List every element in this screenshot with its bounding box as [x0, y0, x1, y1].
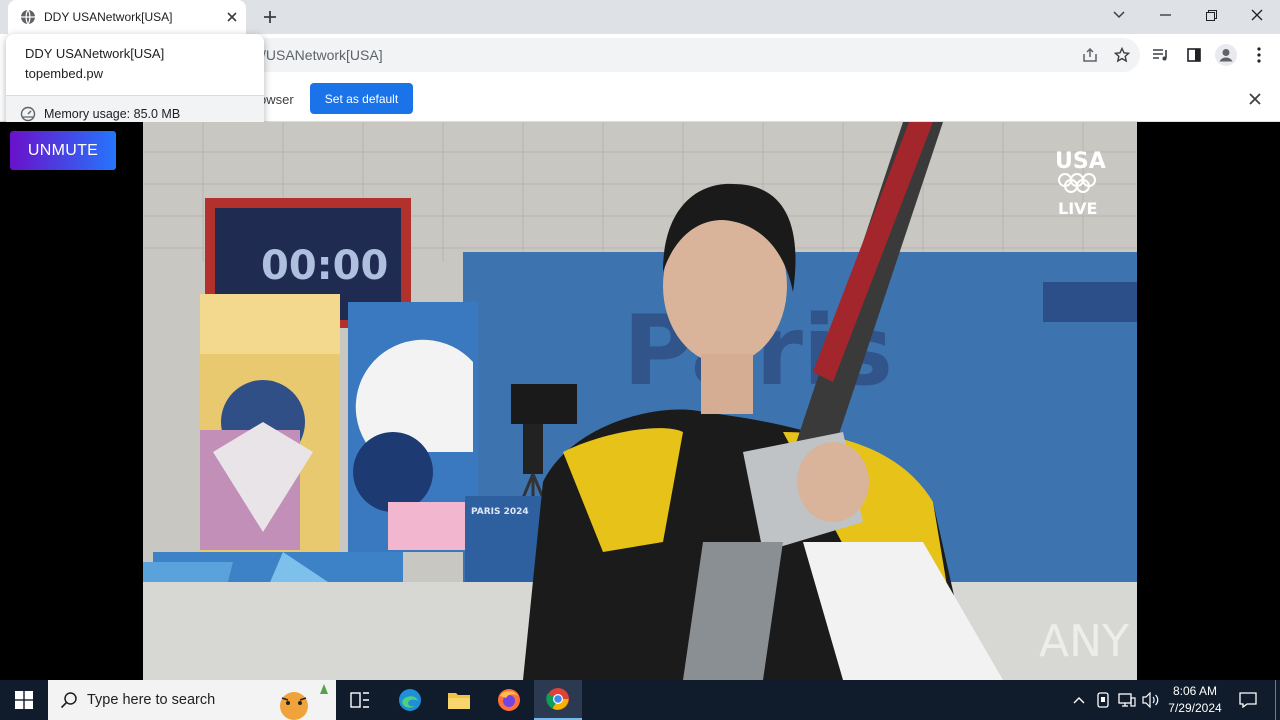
system-clock[interactable]: 8:06 AM 7/29/2024	[1162, 683, 1228, 717]
svg-text:ANY RUN: ANY RUN	[1039, 616, 1137, 667]
anyrun-watermark: ANY RUN	[1039, 616, 1137, 667]
globe-icon	[21, 9, 35, 25]
file-explorer-icon[interactable]	[435, 680, 483, 720]
url-text[interactable]: /USANetwork[USA]	[262, 47, 383, 63]
chrome-icon	[546, 688, 569, 710]
video-player[interactable]: Paris 00:00 PARIS 2024	[143, 122, 1137, 680]
address-bar[interactable]: /USANetwork[USA]	[214, 38, 1140, 72]
show-desktop-divider[interactable]	[1275, 680, 1276, 720]
close-window-button[interactable]	[1234, 0, 1280, 30]
tab-search-icon[interactable]	[1096, 0, 1142, 30]
share-icon[interactable]	[1074, 34, 1106, 76]
search-icon	[60, 692, 77, 709]
usa-network-logo: USA	[1055, 149, 1106, 174]
tab-title: DDY USANetwork[USA]	[44, 10, 173, 24]
tiger-search-art	[280, 684, 328, 720]
hover-card-domain: topembed.pw	[25, 66, 104, 81]
bookmark-star-icon[interactable]	[1106, 34, 1138, 76]
gauge-icon	[20, 106, 36, 121]
memory-usage-text: Memory usage: 85.0 MB	[44, 106, 181, 121]
page-content: UNMUTE Paris 00:00	[0, 122, 1280, 680]
windows-logo-icon	[15, 691, 33, 709]
clock-time: 8:06 AM	[1172, 684, 1218, 698]
search-placeholder: Type here to search	[87, 692, 216, 708]
start-button[interactable]	[0, 680, 48, 720]
set-as-default-button[interactable]: Set as default	[310, 83, 413, 114]
infobar-close-icon[interactable]	[1244, 88, 1266, 110]
menu-kebab-icon[interactable]	[1243, 34, 1275, 76]
notifications-icon[interactable]	[1232, 680, 1264, 720]
show-hidden-icons-chevron[interactable]	[1068, 680, 1090, 720]
task-view-icon[interactable]	[336, 680, 384, 720]
firefox-icon[interactable]	[485, 680, 533, 720]
windows-taskbar: Type here to search 8:06 AM 7/29/2024	[0, 680, 1280, 720]
network-icon[interactable]	[1115, 680, 1139, 720]
tab-hover-card: DDY USANetwork[USA] topembed.pw Memory u…	[6, 34, 264, 131]
side-panel-icon[interactable]	[1178, 34, 1210, 76]
chrome-taskbar-button[interactable]	[534, 680, 582, 720]
media-control-icon[interactable]	[1145, 34, 1177, 76]
taskbar-search-box[interactable]: Type here to search	[48, 680, 336, 720]
hover-card-title: DDY USANetwork[USA]	[25, 46, 165, 61]
scoreboard-time: 00:00	[261, 243, 388, 289]
sign-text: PARIS 2024	[471, 507, 529, 517]
restore-button[interactable]	[1188, 0, 1234, 30]
new-tab-button[interactable]	[258, 6, 282, 28]
edge-icon[interactable]	[386, 680, 434, 720]
browser-tab[interactable]: DDY USANetwork[USA]	[8, 0, 246, 34]
video-frame: Paris 00:00 PARIS 2024	[143, 122, 1137, 680]
live-badge: LIVE	[1058, 199, 1097, 218]
unmute-button[interactable]: UNMUTE	[10, 131, 116, 170]
tab-close-icon[interactable]	[222, 7, 242, 27]
clock-date: 7/29/2024	[1168, 701, 1222, 715]
device-tray-icon[interactable]	[1092, 680, 1114, 720]
minimize-button[interactable]	[1142, 0, 1188, 30]
tab-strip: DDY USANetwork[USA]	[0, 0, 1280, 34]
infobar-message: owser	[259, 92, 294, 107]
profile-avatar-icon[interactable]	[1210, 34, 1242, 76]
volume-icon[interactable]	[1140, 680, 1162, 720]
